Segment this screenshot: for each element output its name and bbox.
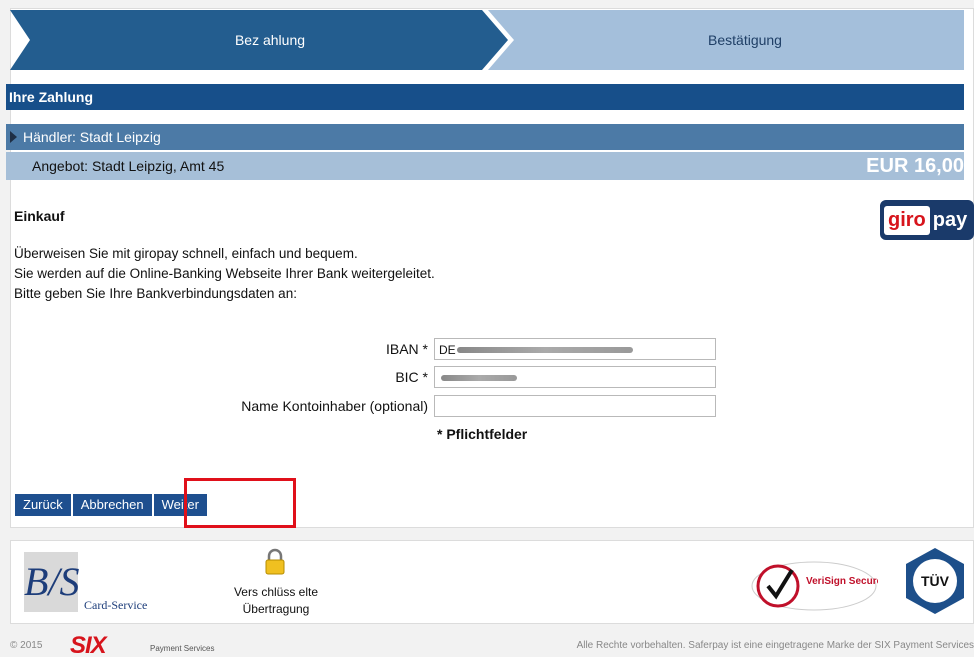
back-button[interactable]: Zurück [15, 494, 71, 516]
iban-field[interactable]: DE [434, 338, 716, 360]
cancel-button[interactable]: Abbrechen [72, 494, 152, 516]
bic-redacted [441, 375, 517, 381]
offer-row: Angebot: Stadt Leipzig, Amt 45 EUR 16,00 [6, 152, 964, 180]
intro-line-1: Überweisen Sie mit giropay schnell, einf… [14, 246, 358, 261]
tuv-text: TÜV [921, 573, 950, 589]
encryption-text: Vers chlüss elte Übertragung [226, 584, 326, 618]
verisign-text: VeriSign Secured [806, 576, 878, 587]
next-button-highlight [184, 478, 296, 528]
offer-label: Angebot: Stadt Leipzig, Amt 45 [32, 158, 225, 174]
account-holder-field[interactable] [434, 395, 716, 417]
copyright: © 2015 [10, 640, 43, 651]
giropay-logo-part2: pay [932, 208, 968, 231]
step-confirmation: Bestätigung [708, 32, 782, 48]
merchant-row[interactable]: Händler: Stadt Leipzig [6, 124, 964, 150]
intro-text: Überweisen Sie mit giropay schnell, einf… [14, 244, 435, 304]
bic-row: BIC * [14, 366, 716, 388]
expand-arrow-icon[interactable] [10, 131, 17, 143]
verisign-seal: VeriSign Secured [751, 561, 878, 611]
payment-header: Ihre Zahlung [6, 84, 964, 110]
required-note: * Pflichtfelder [437, 426, 528, 442]
bic-field[interactable] [434, 366, 716, 388]
iban-row: IBAN * DE [14, 338, 716, 360]
bic-label: BIC * [395, 369, 428, 385]
intro-line-2: Sie werden auf die Online-Banking Websei… [14, 266, 435, 281]
six-logo: SIX [70, 632, 107, 657]
iban-label: IBAN * [385, 341, 428, 357]
encryption-line-2: Übertragung [242, 602, 310, 616]
six-subtitle: Payment Services [150, 644, 215, 653]
card-service-label: Card-Service [84, 598, 148, 612]
name-label: Name Kontoinhaber (optional) [241, 398, 428, 414]
bs-logo: B/S [24, 552, 80, 612]
amount: EUR 16,00 [866, 155, 964, 177]
lock-icon [265, 548, 285, 575]
giropay-logo: giro pay [880, 200, 974, 240]
progress-steps: Bez ahlung Bestätigung [10, 8, 964, 72]
encryption-line-1: Vers chlüss elte [233, 585, 319, 599]
name-row: Name Kontoinhaber (optional) [14, 395, 716, 417]
action-buttons: Zurück Abbrechen Weiter [15, 494, 207, 516]
intro-line-3: Bitte geben Sie Ihre Bankverbindungsdate… [14, 286, 297, 301]
merchant-label: Händler: Stadt Leipzig [23, 129, 161, 145]
giropay-logo-part1: giro [884, 205, 930, 235]
step-payment: Bez ahlung [234, 32, 306, 48]
iban-value: DE [439, 343, 456, 357]
tuv-seal: TÜV [906, 548, 964, 614]
iban-redacted [457, 347, 633, 353]
section-title: Einkauf [14, 208, 65, 224]
rights-text: Alle Rechte vorbehalten. Saferpay ist ei… [576, 640, 974, 651]
